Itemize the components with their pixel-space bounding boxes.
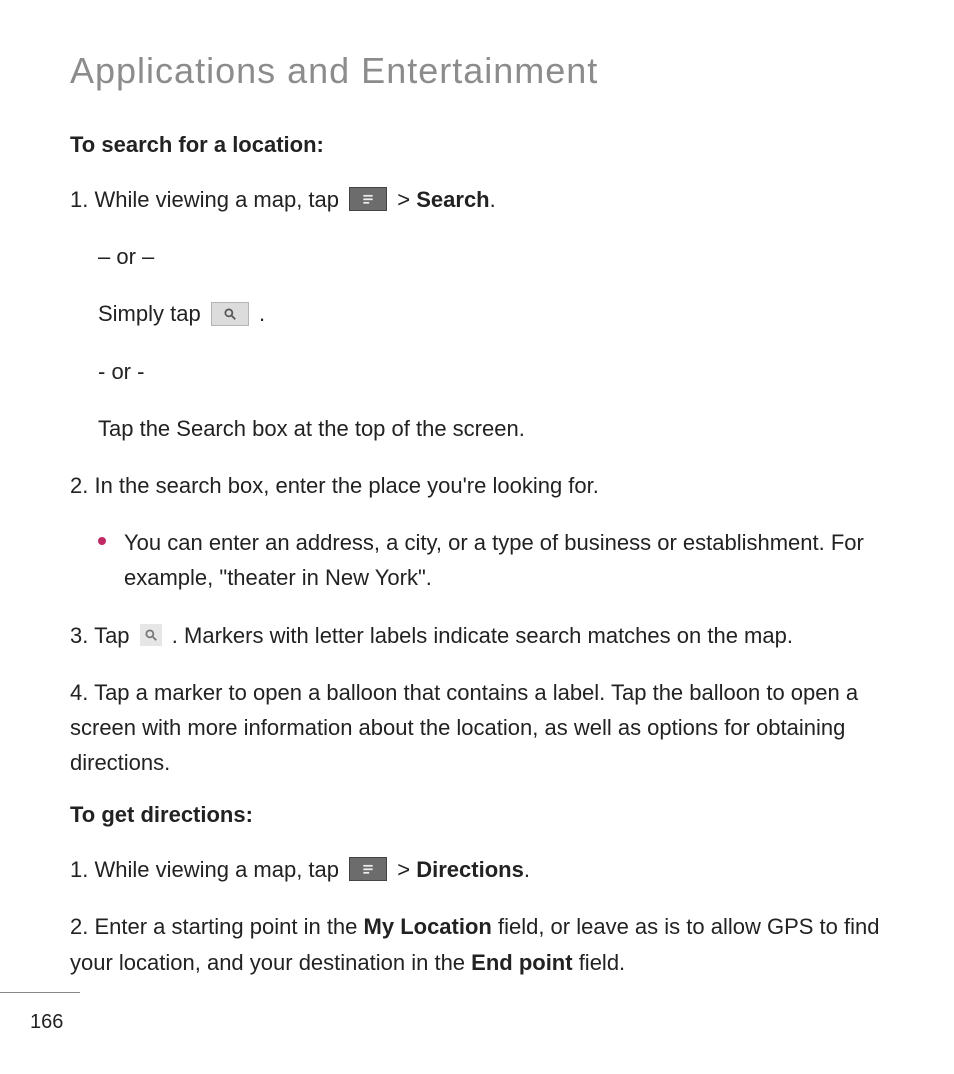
dir1-bold: Directions xyxy=(416,857,524,882)
menu-icon xyxy=(349,187,387,211)
subheading-search: To search for a location: xyxy=(70,132,884,158)
dir1-pre: 1. While viewing a map, tap xyxy=(70,857,345,882)
step3-pre: 3. Tap xyxy=(70,623,136,648)
dir2-b2: End point xyxy=(471,950,572,975)
dir2-pre: 2. Enter a starting point in the xyxy=(70,914,364,939)
dir2-post: field. xyxy=(573,950,626,975)
bullet-dot-icon xyxy=(98,537,106,545)
subheading-directions: To get directions: xyxy=(70,802,884,828)
manual-page: Applications and Entertainment To search… xyxy=(0,0,954,1074)
simply-post: . xyxy=(259,301,265,326)
step-1: 1. While viewing a map, tap > Search. xyxy=(70,182,884,217)
page-number: 166 xyxy=(30,1011,954,1034)
search-button-icon xyxy=(211,302,249,326)
step-2: 2. In the search box, enter the place yo… xyxy=(70,468,884,503)
bullet-item: You can enter an address, a city, or a t… xyxy=(98,525,884,595)
bullet-text: You can enter an address, a city, or a t… xyxy=(124,525,884,595)
dir1-period: . xyxy=(524,857,530,882)
search-glass-icon xyxy=(140,624,162,646)
menu-icon-2 xyxy=(349,857,387,881)
page-footer: 166 xyxy=(0,992,954,1034)
step1-bold: Search xyxy=(416,187,489,212)
footer-rule xyxy=(0,992,80,993)
simply-pre: Simply tap xyxy=(98,301,207,326)
step1-period: . xyxy=(490,187,496,212)
dir-step-1: 1. While viewing a map, tap > Directions… xyxy=(70,852,884,887)
or-2: - or - xyxy=(98,354,884,389)
step-3: 3. Tap . Markers with letter labels indi… xyxy=(70,618,884,653)
dir-step-2: 2. Enter a starting point in the My Loca… xyxy=(70,909,884,979)
dir2-b1: My Location xyxy=(364,914,492,939)
step-4: 4. Tap a marker to open a balloon that c… xyxy=(70,675,884,781)
simply-tap-line: Simply tap . xyxy=(98,296,884,331)
dir1-gt: > xyxy=(397,857,416,882)
step1-pre: 1. While viewing a map, tap xyxy=(70,187,345,212)
page-title: Applications and Entertainment xyxy=(70,50,884,92)
step3-post: . Markers with letter labels indicate se… xyxy=(172,623,793,648)
or-1: – or – xyxy=(98,239,884,274)
step1-gt: > xyxy=(397,187,416,212)
tap-search-box: Tap the Search box at the top of the scr… xyxy=(98,411,884,446)
